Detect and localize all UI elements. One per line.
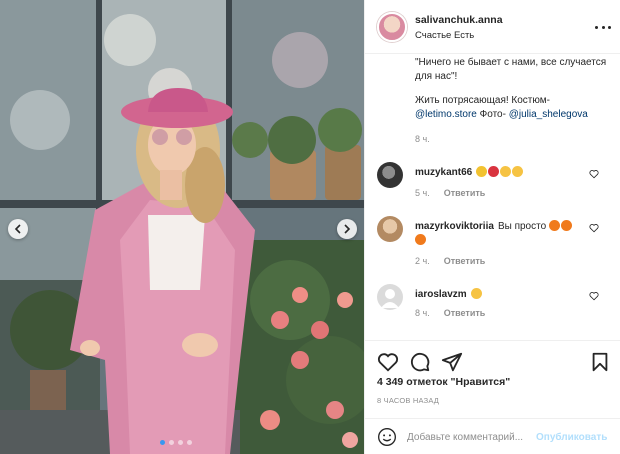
caption-link-letimo[interactable]: @letimo.store — [415, 109, 477, 120]
chevron-left-icon — [14, 224, 21, 234]
caption-link-photographer[interactable]: @julia_shelegova — [509, 109, 588, 120]
chevron-right-icon — [344, 224, 351, 234]
comment-text: muzykant66 — [415, 166, 585, 180]
screaming-face-emoji-icon — [470, 288, 482, 299]
comment-text: iaroslavzm — [415, 288, 585, 302]
comment-username[interactable]: mazyrkoviktoriia — [415, 221, 494, 232]
comment-like-heart-icon[interactable] — [589, 223, 599, 233]
save-bookmark-icon[interactable] — [589, 351, 611, 373]
comment-bubble-icon[interactable] — [409, 351, 431, 373]
caption-credits: Жить потрясающая! Костюм- @letimo.store … — [415, 94, 611, 122]
rose-emoji-icon — [488, 166, 500, 177]
carousel-dot — [160, 440, 165, 445]
comment-like-heart-icon[interactable] — [589, 291, 599, 301]
post-caption: "Ничего не бывает с нами, все случается … — [415, 56, 611, 122]
kiss-face-emoji-icon — [500, 166, 512, 177]
comment-meta: 5 ч. Ответить — [415, 188, 485, 198]
like-heart-icon[interactable] — [377, 351, 399, 373]
fire-emoji-icon — [415, 234, 426, 245]
comment-meta: 8 ч. Ответить — [415, 308, 485, 318]
post-actions — [365, 340, 620, 380]
reply-button[interactable]: Ответить — [444, 188, 486, 198]
post-side-panel: salivanchuk.anna Счастье Есть "Ничего не… — [364, 0, 620, 454]
carousel-next-button[interactable] — [337, 219, 357, 239]
comment-username[interactable]: muzykant66 — [415, 167, 472, 178]
photo-image — [0, 0, 364, 454]
comment-avatar-placeholder[interactable] — [377, 284, 403, 310]
caption-timestamp: 8 ч. — [415, 134, 430, 144]
reply-button[interactable]: Ответить — [444, 256, 486, 266]
comment-username[interactable]: iaroslavzm — [415, 289, 467, 300]
comment-like-heart-icon[interactable] — [589, 169, 599, 179]
comment-text: mazyrkoviktoriia Вы просто — [415, 220, 585, 248]
likes-count[interactable]: 4 349 отметок "Нравится" — [377, 376, 510, 388]
comment-avatar[interactable] — [377, 216, 403, 242]
more-options-icon[interactable] — [595, 19, 611, 35]
carousel-prev-button[interactable] — [8, 219, 28, 239]
emoji-smiley-icon[interactable] — [377, 427, 397, 447]
post-location[interactable]: Счастье Есть — [415, 30, 474, 41]
fire-emoji-icon — [548, 220, 560, 231]
share-paper-plane-icon[interactable] — [441, 351, 463, 373]
caption-quote: "Ничего не бывает с нами, все случается … — [415, 57, 607, 82]
carousel-dot — [169, 440, 174, 445]
carousel-dot — [178, 440, 183, 445]
fire-emoji-icon — [560, 220, 572, 231]
carousel-indicator — [160, 440, 192, 445]
comments-list[interactable]: "Ничего не бывает с нами, все случается … — [365, 54, 620, 340]
comment-meta: 2 ч. Ответить — [415, 256, 485, 266]
user-silhouette-icon — [381, 289, 399, 308]
comment-body: Вы просто — [497, 221, 547, 232]
sunflower-emoji-icon — [476, 166, 488, 177]
post-username[interactable]: salivanchuk.anna — [415, 14, 503, 26]
add-comment-bar: Опубликовать — [365, 418, 620, 454]
reply-button[interactable]: Ответить — [444, 308, 486, 318]
kiss-face-emoji-icon — [512, 166, 524, 177]
comment-time: 5 ч. — [415, 188, 430, 198]
comment-input[interactable] — [407, 428, 537, 446]
post-photo[interactable] — [0, 0, 364, 454]
publish-button[interactable]: Опубликовать — [536, 432, 607, 443]
post-timestamp: 8 ЧАСОВ НАЗАД — [377, 396, 440, 405]
post-header: salivanchuk.anna Счастье Есть — [365, 0, 620, 54]
caption-text: Жить потрясающая! Костюм- — [415, 95, 550, 106]
comment-time: 2 ч. — [415, 256, 430, 266]
caption-text-mid: Фото- — [476, 109, 509, 120]
carousel-dot — [187, 440, 192, 445]
comment-time: 8 ч. — [415, 308, 430, 318]
comment-avatar[interactable] — [377, 162, 403, 188]
avatar[interactable] — [377, 12, 407, 42]
